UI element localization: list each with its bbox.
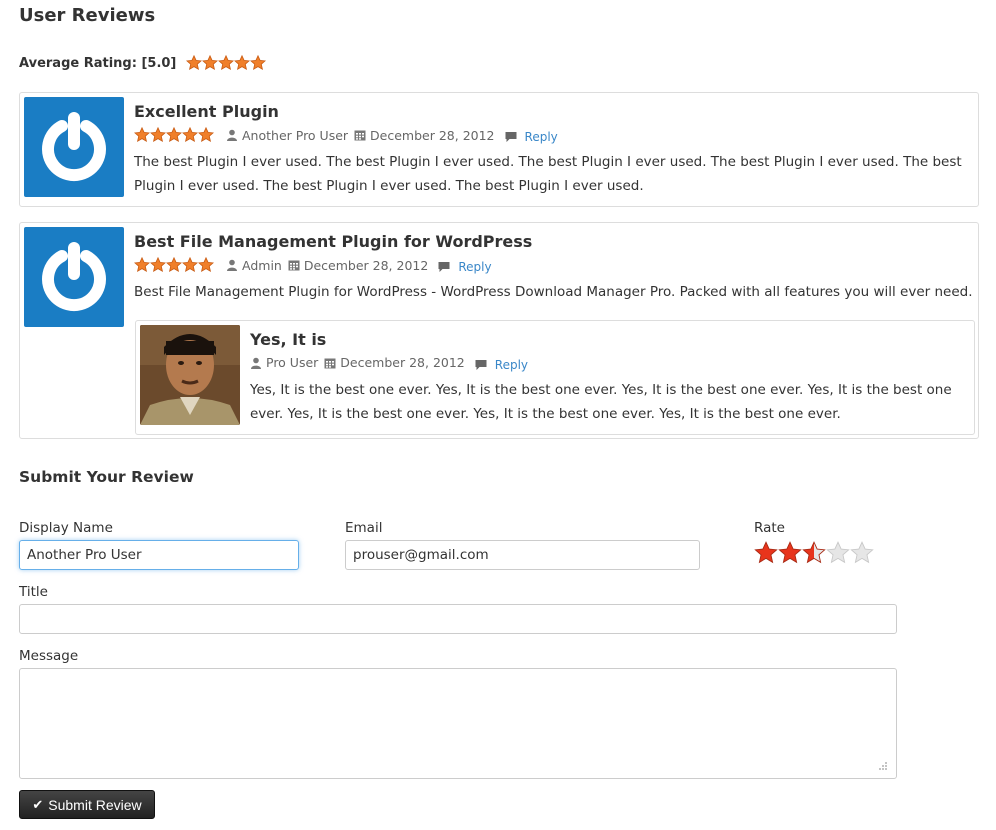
rate-star-icon[interactable] (778, 541, 802, 565)
star-icon (182, 257, 198, 273)
star-icon (234, 55, 251, 71)
average-rating-stars (186, 55, 267, 71)
calendar-icon (288, 259, 300, 271)
avatar (24, 97, 124, 197)
resize-grip-icon[interactable] (876, 759, 888, 771)
star-icon (150, 127, 166, 143)
review-author: Admin (242, 257, 282, 273)
title-input[interactable] (19, 604, 897, 634)
display-name-input[interactable] (19, 540, 299, 570)
email-input[interactable] (345, 540, 700, 570)
message-label: Message (19, 648, 79, 664)
power-logo-icon (42, 112, 106, 181)
review-title: Best File Management Plugin for WordPres… (134, 232, 533, 251)
star-icon (166, 257, 182, 273)
user-icon (250, 357, 262, 369)
comment-icon (505, 131, 517, 143)
rate-star-icon[interactable] (850, 541, 874, 565)
reply-link[interactable]: Reply (495, 358, 528, 372)
check-icon: ✔ (32, 796, 44, 812)
review-meta: Admin December 28, 2012 Reply (134, 257, 498, 274)
star-icon (218, 55, 235, 71)
review-date: December 28, 2012 (303, 257, 429, 273)
review-rating-stars (134, 127, 214, 143)
user-icon (226, 259, 238, 271)
reply-date: December 28, 2012 (340, 355, 465, 370)
average-rating-label: Average Rating: [5.0] (19, 55, 177, 71)
title-label: Title (19, 584, 48, 600)
review-item: Best File Management Plugin for WordPres… (19, 222, 979, 439)
message-textarea[interactable] (19, 668, 897, 779)
review-rating-stars (134, 257, 214, 273)
review-meta: Another Pro User December 28, 2012 Reply (134, 127, 564, 144)
submit-review-heading: Submit Your Review (19, 468, 194, 486)
star-icon (202, 55, 219, 71)
rate-star-icon[interactable] (826, 541, 850, 565)
submit-review-label: Submit Review (48, 796, 142, 813)
review-item: Excellent Plugin Another Pro User Decemb… (19, 92, 979, 207)
reply-meta: Pro User December 28, 2012 Reply (250, 355, 534, 372)
rate-star-icon[interactable] (802, 541, 826, 565)
star-icon (186, 55, 203, 71)
star-icon (150, 257, 166, 273)
user-photo-image (140, 325, 240, 425)
comment-icon (475, 359, 487, 371)
reply-link[interactable]: Reply (458, 260, 491, 274)
calendar-icon (324, 357, 336, 369)
avatar (24, 227, 124, 327)
star-icon (182, 127, 198, 143)
review-body: The best Plugin I ever used. The best Pl… (134, 154, 962, 194)
star-icon (166, 127, 182, 143)
star-icon (250, 55, 267, 71)
display-name-label: Display Name (19, 520, 113, 536)
review-title: Excellent Plugin (134, 102, 279, 121)
rate-stars-input[interactable] (754, 541, 874, 565)
reply-link[interactable]: Reply (525, 130, 558, 144)
review-author: Another Pro User (242, 127, 349, 143)
reply-body: Yes, It is the best one ever. Yes, It is… (250, 382, 952, 422)
user-icon (226, 129, 238, 141)
user-photo (140, 325, 240, 425)
star-icon (134, 127, 150, 143)
rate-label: Rate (754, 520, 785, 536)
page-title: User Reviews (19, 5, 156, 26)
average-rating: Average Rating: [5.0] (19, 53, 267, 73)
star-icon (198, 127, 214, 143)
comment-icon (438, 261, 450, 273)
calendar-icon (354, 129, 366, 141)
submit-review-button[interactable]: ✔ Submit Review (19, 790, 155, 819)
nested-reply: Yes, It is Pro User December 28, 2012 Re… (135, 320, 975, 435)
star-icon (134, 257, 150, 273)
power-logo-icon (42, 242, 106, 311)
review-body: Best File Management Plugin for WordPres… (134, 284, 973, 300)
review-date: December 28, 2012 (370, 127, 495, 143)
rate-star-icon[interactable] (754, 541, 778, 565)
email-label: Email (345, 520, 383, 536)
reply-author: Pro User (266, 355, 319, 370)
star-icon (198, 257, 214, 273)
reply-title: Yes, It is (250, 330, 327, 349)
